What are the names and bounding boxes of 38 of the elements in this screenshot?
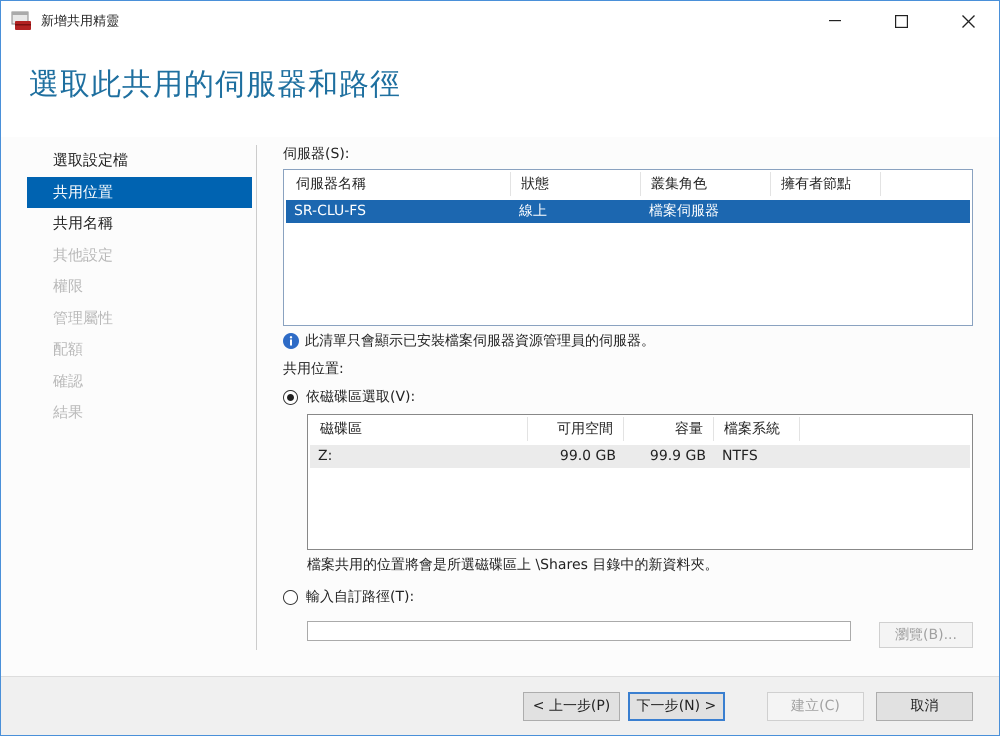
column-header[interactable]: 檔案系統 (714, 417, 800, 441)
close-icon[interactable] (962, 14, 975, 28)
wizard-step[interactable]: 選取設定檔 (27, 145, 252, 176)
share-location-label: 共用位置: (283, 360, 345, 378)
table-cell: 線上 (519, 203, 547, 219)
column-header[interactable]: 叢集角色 (641, 172, 771, 196)
table-cell: 檔案伺服器 (649, 203, 719, 219)
servers-label: 伺服器(S): (283, 145, 351, 163)
table-cell: NTFS (722, 448, 758, 464)
wizard-button[interactable]: 取消 (876, 692, 973, 720)
volume-radio[interactable]: 依磁碟區選取(V): (283, 388, 973, 406)
wizard-step[interactable]: 共用名稱 (27, 208, 252, 240)
wizard-button[interactable]: < 上一步(P) (523, 692, 620, 720)
minimize-icon[interactable] (829, 20, 841, 22)
wizard-button[interactable]: 下一步(N) > (628, 692, 725, 720)
volume-row[interactable]: Z: 99.0 GB 99.9 GB NTFS (310, 445, 970, 468)
column-header[interactable]: 可用空間 (528, 417, 624, 441)
table-cell: Z: (318, 448, 332, 464)
table-cell: SR-CLU-FS (294, 203, 366, 219)
hint-text: 檔案共用的位置將會是所選磁碟區上 \Shares 目錄中的新資料夾。 (307, 556, 720, 574)
toolbox-icon (11, 11, 33, 31)
info-icon (283, 333, 299, 349)
radio-button[interactable] (283, 390, 298, 404)
table-cell: 99.9 GB (650, 448, 706, 464)
column-header[interactable]: 容量 (624, 417, 714, 441)
column-header[interactable]: 狀態 (511, 172, 641, 196)
column-header[interactable]: 伺服器名稱 (286, 172, 511, 196)
window-title: 新增共用精靈 (41, 13, 119, 30)
page-heading: 選取此共用的伺服器和路徑 (29, 66, 401, 104)
radio-button[interactable] (283, 590, 298, 604)
column-header[interactable]: 磁碟區 (310, 417, 528, 441)
maximize-icon[interactable] (895, 14, 908, 28)
table-cell: 99.0 GB (560, 448, 616, 464)
custom-path-radio[interactable]: 輸入自訂路徑(T): (283, 588, 973, 606)
wizard-step[interactable]: 共用位置 (27, 176, 252, 208)
info-text: 此清單只會顯示已安裝檔案伺服器資源管理員的伺服器。 (305, 332, 655, 350)
column-header[interactable]: 擁有者節點 (771, 172, 881, 196)
server-row[interactable]: SR-CLU-FS 線上 檔案伺服器 (286, 200, 970, 223)
